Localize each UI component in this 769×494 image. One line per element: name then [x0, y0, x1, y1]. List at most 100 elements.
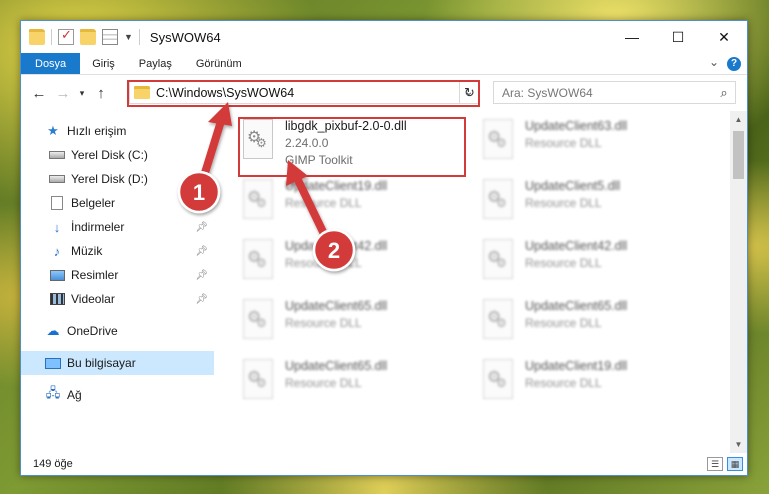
sidebar-item-label: Müzik — [71, 244, 103, 258]
sidebar-item-label: Ağ — [67, 388, 82, 402]
search-icon[interactable]: ⌕ — [713, 85, 735, 101]
minimize-button[interactable]: — — [609, 21, 655, 53]
file-type: Resource DLL — [525, 376, 602, 390]
sidebar-item-label: Bu bilgisayar — [67, 356, 136, 370]
tab-view[interactable]: Görünüm — [184, 53, 254, 74]
quick-access-toolbar: ▼ — [21, 27, 140, 45]
file-item[interactable]: ⚙ ⚙ UpdateClient42.dll Resource DLL — [479, 237, 709, 293]
properties-icon[interactable] — [102, 29, 118, 45]
scroll-down-arrow-icon[interactable]: ▼ — [730, 436, 747, 453]
ribbon-tabs: Dosya Giriş Paylaş Görünüm ⌄ ? — [21, 53, 747, 75]
file-list: ⚙ ⚙ libgdk_pixbuf-2.0-0.dll 2.24.0.0 GIMP… — [221, 111, 729, 453]
item-count: 149 öğe — [33, 458, 73, 470]
pin-icon[interactable]: 📌︎ — [195, 270, 208, 281]
sidebar-item-label: Belgeler — [71, 196, 116, 210]
dll-gear-icon: ⚙ ⚙ — [239, 297, 279, 345]
pin-icon[interactable]: 📌︎ — [195, 294, 208, 305]
folder-icon[interactable] — [29, 29, 45, 45]
file-name: UpdateClient5.dll — [525, 179, 621, 193]
forward-arrow-icon[interactable]: → — [51, 85, 75, 102]
sidebar-item-quick-access[interactable]: ★ Hızlı erişim — [21, 119, 214, 143]
window-title: SysWOW64 — [149, 29, 221, 45]
dll-gear-icon: ⚙ ⚙ — [479, 117, 519, 165]
file-name: UpdateClient63.dll — [525, 119, 628, 133]
sidebar-item-documents[interactable]: Belgeler — [21, 191, 214, 215]
close-button[interactable]: ✕ — [701, 21, 747, 53]
dll-gear-icon: ⚙ ⚙ — [239, 117, 279, 165]
properties-check-icon[interactable] — [58, 27, 74, 45]
new-folder-icon[interactable] — [80, 29, 96, 45]
file-type: Resource DLL — [285, 256, 362, 270]
dll-gear-icon: ⚙ ⚙ — [239, 357, 279, 405]
file-item[interactable]: ⚙ ⚙ UpdateClient65.dll Resource DLL — [479, 297, 709, 353]
file-item[interactable]: ⚙ ⚙ UpdateClient19.dll Resource DLL — [239, 177, 469, 233]
sidebar-item-local-disk-c[interactable]: Yerel Disk (C:) — [21, 143, 214, 167]
pin-icon[interactable]: 📌︎ — [195, 246, 208, 257]
tab-home[interactable]: Giriş — [80, 53, 127, 74]
help-icon[interactable]: ? — [727, 57, 741, 71]
navigation-pane: ★ Hızlı erişim Yerel Disk (C:) Yerel Dis… — [21, 111, 214, 453]
sidebar-item-network[interactable]: 🖧︎ Ağ — [21, 383, 214, 407]
file-name: UpdateClient19.dll — [285, 179, 388, 193]
file-type: Resource DLL — [285, 316, 362, 330]
recent-locations-chevron-icon[interactable]: ▾ — [75, 88, 89, 99]
dll-gear-icon: ⚙ ⚙ — [479, 297, 519, 345]
drive-icon — [49, 172, 65, 186]
file-type: Resource DLL — [525, 136, 602, 150]
file-item[interactable]: ⚙ ⚙ UpdateClient5.dll Resource DLL — [479, 177, 709, 233]
file-item[interactable]: ⚙ ⚙ UpdateClient63.dll Resource DLL — [479, 117, 709, 173]
file-item[interactable]: ⚙ ⚙ UpdateClient65.dll Resource DLL — [239, 297, 469, 353]
sidebar-item-downloads[interactable]: ↓ İndirmeler 📌︎ — [21, 215, 214, 239]
address-path[interactable]: C:\Windows\SysWOW64 — [156, 86, 460, 100]
tab-share[interactable]: Paylaş — [127, 53, 184, 74]
computer-icon — [45, 356, 61, 370]
sidebar-item-music[interactable]: ♪ Müzik 📌︎ — [21, 239, 214, 263]
expand-ribbon-icon[interactable]: ⌄ — [709, 55, 719, 69]
sidebar-item-pictures[interactable]: Resimler 📌︎ — [21, 263, 214, 287]
scroll-up-arrow-icon[interactable]: ▲ — [730, 111, 747, 128]
music-icon: ♪ — [53, 243, 61, 259]
file-name: UpdateClient42.dll — [525, 239, 628, 253]
pin-icon[interactable]: 📌︎ — [195, 222, 208, 233]
vertical-scrollbar[interactable]: ▲ ▼ — [730, 111, 747, 453]
sidebar-item-this-pc[interactable]: Bu bilgisayar — [21, 351, 214, 375]
drive-icon — [49, 148, 65, 162]
search-box[interactable]: ⌕ — [493, 81, 736, 104]
maximize-button[interactable]: ☐ — [655, 21, 701, 53]
sidebar-item-onedrive[interactable]: ☁ OneDrive — [21, 319, 214, 343]
video-icon — [49, 292, 65, 306]
address-bar[interactable]: C:\Windows\SysWOW64 ⌄ — [129, 81, 479, 104]
back-arrow-icon[interactable]: ← — [27, 85, 51, 102]
tab-file[interactable]: Dosya — [21, 53, 81, 74]
refresh-button[interactable]: ↻ — [459, 81, 479, 104]
customize-toolbar-dropdown-icon[interactable]: ▼ — [124, 32, 133, 42]
file-company: GIMP Toolkit — [285, 153, 353, 167]
window-controls: — ☐ ✕ — [609, 21, 747, 53]
file-type: Resource DLL — [525, 316, 602, 330]
details-view-icon[interactable]: ☰ — [707, 457, 723, 471]
download-icon: ↓ — [53, 219, 61, 235]
up-arrow-icon[interactable]: ↑ — [89, 85, 113, 102]
separator — [138, 29, 140, 45]
file-explorer-window: ▼ SysWOW64 — ☐ ✕ Dosya Giriş Paylaş Görü… — [20, 20, 748, 476]
file-name: UpdateClient19.dll — [525, 359, 628, 373]
network-icon: 🖧︎ — [45, 385, 61, 400]
dll-gear-icon: ⚙ ⚙ — [479, 177, 519, 225]
sidebar-item-local-disk-d[interactable]: Yerel Disk (D:) — [21, 167, 214, 191]
file-name: UpdateClient65.dll — [285, 299, 388, 313]
scrollbar-thumb[interactable] — [733, 131, 744, 179]
document-icon — [49, 196, 65, 210]
star-icon: ★ — [47, 123, 59, 138]
tiles-view-icon[interactable]: ▦ — [727, 457, 743, 471]
file-item[interactable]: ⚙ ⚙ UpdateClient42.dll Resource DLL — [239, 237, 469, 293]
sidebar-item-label: İndirmeler — [71, 220, 125, 234]
file-item[interactable]: ⚙ ⚙ UpdateClient65.dll Resource DLL — [239, 357, 469, 413]
file-item[interactable]: ⚙ ⚙ UpdateClient19.dll Resource DLL — [479, 357, 709, 413]
file-item-highlighted[interactable]: ⚙ ⚙ libgdk_pixbuf-2.0-0.dll 2.24.0.0 GIMP… — [239, 117, 469, 173]
dll-gear-icon: ⚙ ⚙ — [239, 177, 279, 225]
separator — [51, 29, 52, 45]
file-name: UpdateClient65.dll — [285, 359, 388, 373]
sidebar-item-videos[interactable]: Videolar 📌︎ — [21, 287, 214, 311]
title-bar: ▼ SysWOW64 — ☐ ✕ — [21, 21, 747, 53]
search-input[interactable] — [502, 85, 713, 100]
